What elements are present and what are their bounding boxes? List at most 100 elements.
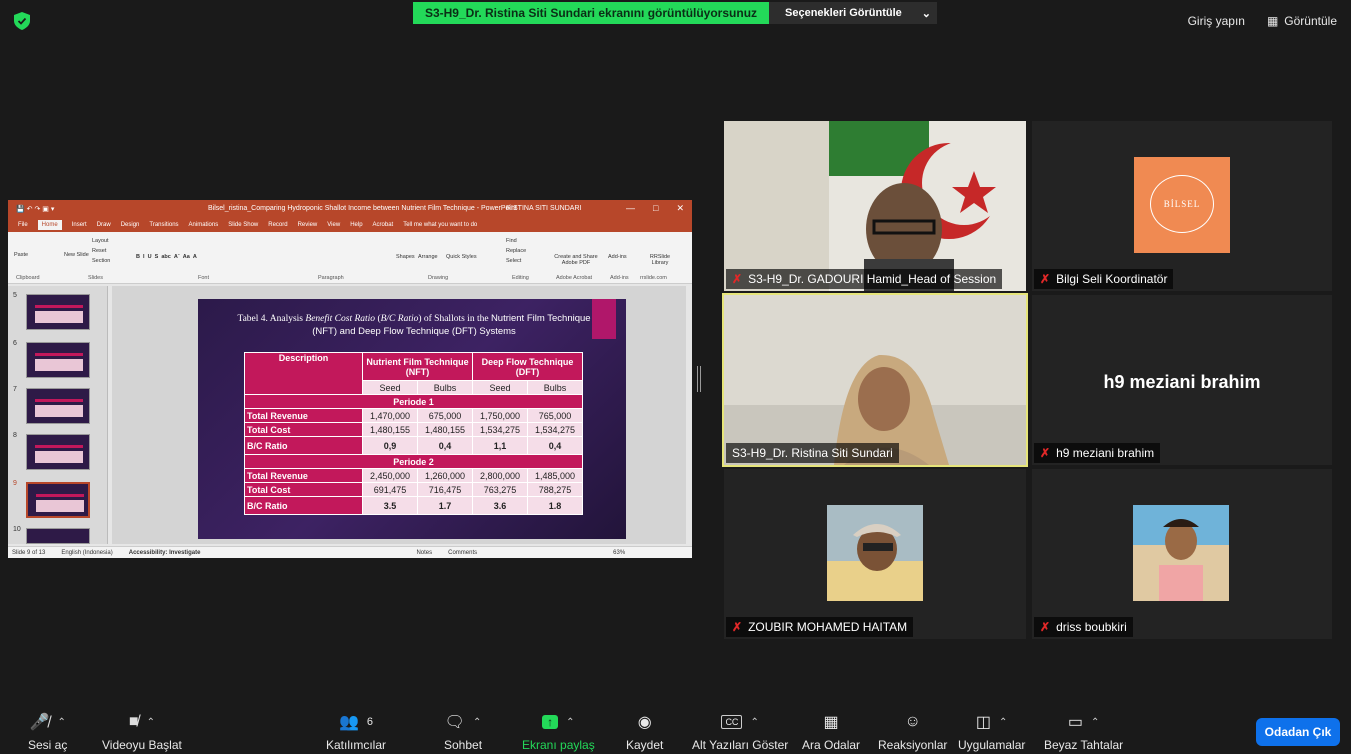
chevron-up-icon[interactable]: ⌃ xyxy=(566,717,574,728)
slide-thumbnail-panel[interactable]: 5 6 7 8 9 10 xyxy=(8,286,108,544)
video-tile[interactable]: ✗ ZOUBIR MOHAMED HAITAM xyxy=(724,469,1026,639)
zoom-level[interactable]: 63% xyxy=(613,550,625,556)
ppt-tab-draw[interactable]: Draw xyxy=(97,222,111,228)
ppt-group-slides: Slides xyxy=(88,275,103,281)
ppt-tab-view[interactable]: View xyxy=(327,222,340,228)
slide-number: 9 xyxy=(13,480,17,487)
ppt-replace-button[interactable]: Replace xyxy=(506,248,526,254)
accessibility-status[interactable]: Accessibility: Investigate xyxy=(129,550,201,556)
ppt-tab-home[interactable]: Home xyxy=(37,220,62,230)
ppt-quick-styles-button[interactable]: Quick Styles xyxy=(446,254,477,260)
whiteboards-button[interactable]: ▭ ⌃ Beyaz Tahtalar xyxy=(1044,710,1123,752)
table-row: Total Cost 1,480,155 1,480,155 1,534,275 1… xyxy=(244,422,583,437)
minimize-icon[interactable]: — xyxy=(626,203,635,214)
share-screen-button[interactable]: ↑ ⌃ Ekranı paylaş xyxy=(522,710,595,752)
chevron-down-icon: ⌄ xyxy=(921,7,931,20)
ppt-tab-file[interactable]: File xyxy=(18,222,28,228)
comments-button[interactable]: Comments xyxy=(448,550,477,556)
current-slide[interactable]: Tabel 4. Analysis Benefit Cost Ratio (B/… xyxy=(198,299,626,539)
ppt-tab-slideshow[interactable]: Slide Show xyxy=(228,222,258,228)
ppt-quick-access[interactable]: 💾 ↶ ↷ ▣ ▾ xyxy=(16,205,54,213)
mic-muted-icon: 🎤̸ xyxy=(29,714,50,731)
ppt-reset-button[interactable]: Reset xyxy=(92,248,106,254)
ppt-new-slide-button[interactable]: New Slide xyxy=(64,252,89,258)
video-tile[interactable]: ✗ driss boubkiri xyxy=(1032,469,1332,639)
participants-button[interactable]: 👥 6 Katılımcılar xyxy=(326,710,386,752)
ppt-tab-help[interactable]: Help xyxy=(350,222,362,228)
mic-muted-icon: ✗ xyxy=(1040,446,1051,460)
shield-icon[interactable] xyxy=(14,12,30,30)
ppt-select-button[interactable]: Select xyxy=(506,258,521,264)
participant-avatar xyxy=(827,505,923,601)
record-button[interactable]: ◉ Kaydet xyxy=(626,710,663,752)
ppt-group-drawing: Drawing xyxy=(428,275,449,281)
ppt-rrslide-button[interactable]: RRSlide Library xyxy=(642,254,678,266)
chevron-up-icon[interactable]: ⌃ xyxy=(999,717,1007,728)
ppt-arrange-button[interactable]: Arrange xyxy=(418,254,438,260)
ppt-paste-button[interactable]: Paste xyxy=(14,252,28,258)
top-bar: S3-H9_Dr. Ristina Siti Sundari ekranını … xyxy=(0,0,1351,40)
ppt-tab-record[interactable]: Record xyxy=(268,222,287,228)
reactions-button[interactable]: ☺ Reaksiyonlar xyxy=(878,710,947,752)
video-tile[interactable]: BİLSEL ✗ Bilgi Seli Koordinatör xyxy=(1032,121,1332,291)
chevron-up-icon[interactable]: ⌃ xyxy=(750,717,758,728)
slide-thumbnail[interactable] xyxy=(26,528,90,544)
video-tile-active-speaker[interactable]: S3-H9_Dr. Ristina Siti Sundari xyxy=(722,293,1028,467)
unmute-button[interactable]: 🎤̸ ⌃ Sesi aç xyxy=(28,710,67,752)
slide-thumbnail[interactable] xyxy=(26,434,90,470)
chevron-up-icon[interactable]: ⌃ xyxy=(57,717,65,728)
chevron-up-icon[interactable]: ⌃ xyxy=(1091,717,1099,728)
video-tile[interactable]: ✗ S3-H9_Dr. GADOURI Hamid_Head of Session xyxy=(724,121,1026,291)
slide-number: 5 xyxy=(13,292,17,299)
slide-thumbnail[interactable] xyxy=(26,294,90,330)
slide-thumbnail[interactable] xyxy=(26,342,90,378)
ppt-shapes-button[interactable]: Shapes xyxy=(396,254,415,260)
mic-muted-icon: ✗ xyxy=(732,620,743,634)
ppt-tab-design[interactable]: Design xyxy=(121,222,140,228)
language[interactable]: English (Indonesia) xyxy=(61,550,112,556)
ppt-find-button[interactable]: Find xyxy=(506,238,517,244)
close-icon[interactable]: ✕ xyxy=(676,203,684,214)
participants-icon: 👥 xyxy=(338,714,359,731)
chevron-up-icon[interactable]: ⌃ xyxy=(147,717,155,728)
bc-ratio-table: Description Nutrient Film Technique (NFT… xyxy=(244,352,583,515)
ppt-tab-transitions[interactable]: Transitions xyxy=(149,222,178,228)
view-button[interactable]: ▦ Görüntüle xyxy=(1267,14,1337,28)
ppt-tab-insert[interactable]: Insert xyxy=(72,222,87,228)
view-options-button[interactable]: Seçenekleri Görüntüle ⌄ xyxy=(769,2,937,24)
ppt-tab-acrobat[interactable]: Acrobat xyxy=(373,222,394,228)
apps-button[interactable]: ◫ ⌃ Uygulamalar xyxy=(958,710,1025,752)
ppt-tab-review[interactable]: Review xyxy=(298,222,318,228)
ppt-section-button[interactable]: Section xyxy=(92,258,110,264)
period-2-header: Periode 2 xyxy=(244,454,583,469)
breakout-rooms-button[interactable]: ▦ Ara Odalar xyxy=(802,710,860,752)
ppt-font-tools[interactable]: B I U S abc Aˉ Aa A xyxy=(136,254,197,260)
chat-button[interactable]: 🗨 ⌃ Sohbet xyxy=(444,710,482,752)
participant-name-label: ✗ driss boubkiri xyxy=(1034,617,1133,637)
meeting-toolbar: 🎤̸ ⌃ Sesi aç ■̸ ⌃ Videoyu Başlat 👥 6 Katılı… xyxy=(0,704,1351,754)
apps-icon: ◫ xyxy=(975,714,992,731)
ppt-tab-animations[interactable]: Animations xyxy=(189,222,219,228)
video-tile[interactable]: h9 meziani brahim ✗ h9 meziani brahim xyxy=(1032,295,1332,465)
subheader-bulbs: Bulbs xyxy=(527,380,583,395)
ppt-addins-button[interactable]: Add-ins xyxy=(608,254,627,260)
ppt-window-controls[interactable]: — □ ✕ xyxy=(626,203,684,214)
maximize-icon[interactable]: □ xyxy=(653,203,658,214)
panel-resize-handle[interactable] xyxy=(697,366,701,392)
start-video-button[interactable]: ■̸ ⌃ Videoyu Başlat xyxy=(102,710,182,752)
slide-thumbnail-selected[interactable] xyxy=(26,482,90,518)
slide-thumbnail[interactable] xyxy=(26,388,90,424)
slide-editing-area[interactable]: Tabel 4. Analysis Benefit Cost Ratio (B/… xyxy=(112,286,686,544)
captions-button[interactable]: CC ⌃ Alt Yazıları Göster xyxy=(692,710,788,752)
ppt-tell-me[interactable]: Tell me what you want to do xyxy=(403,222,477,228)
notes-button[interactable]: Notes xyxy=(416,550,432,556)
ppt-ribbon-tabs: File Home Insert Draw Design Transitions… xyxy=(8,218,692,232)
grid-view-icon: ▦ xyxy=(1266,14,1279,28)
shared-screen[interactable]: 💾 ↶ ↷ ▣ ▾ Bilsel_ristina_Comparing Hydro… xyxy=(8,200,692,558)
ppt-layout-button[interactable]: Layout xyxy=(92,238,109,244)
leave-meeting-button[interactable]: Odadan Çık xyxy=(1256,718,1340,746)
sign-in-link[interactable]: Giriş yapın xyxy=(1188,14,1245,28)
participant-display-name: h9 meziani brahim xyxy=(1103,372,1261,392)
chevron-up-icon[interactable]: ⌃ xyxy=(473,717,481,728)
ppt-adobe-pdf-button[interactable]: Create and Share Adobe PDF xyxy=(548,254,604,266)
